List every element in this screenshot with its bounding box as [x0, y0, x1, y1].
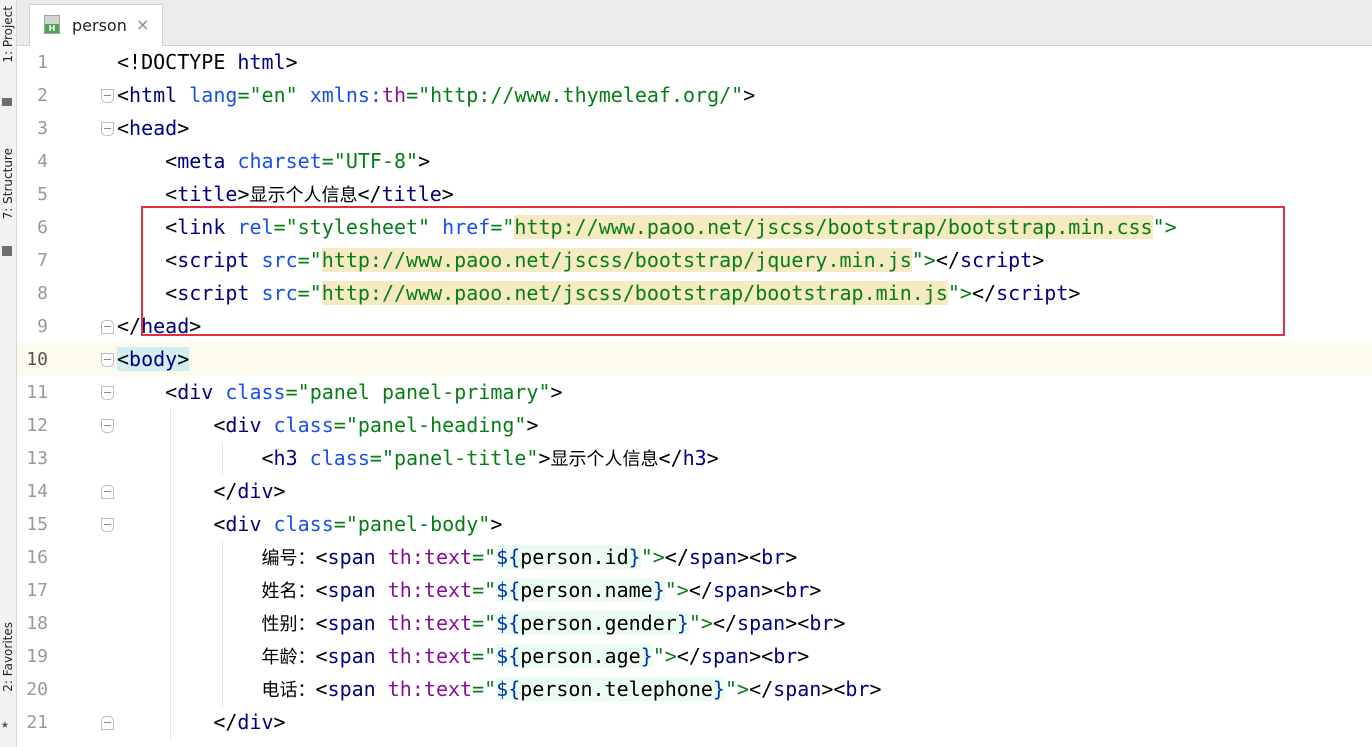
html-file-icon: H [44, 15, 60, 34]
project-tool-tab[interactable]: 1: Project [1, 6, 15, 86]
favorites-tool-label: 2: Favorites [1, 622, 15, 692]
code-line[interactable]: 11 <div class="panel panel-primary"> [17, 376, 1372, 409]
code-line-text: <html lang="en" xmlns:th="http://www.thy… [117, 83, 756, 107]
structure-tool-tab[interactable]: 7: Structure [1, 148, 15, 240]
line-number: 1 [37, 52, 48, 73]
code-line[interactable]: 15 <div class="panel-body"> [17, 508, 1372, 541]
code-line-text: </div> [117, 479, 286, 503]
code-editor[interactable]: 1 <!DOCTYPE html> 2 <html lang="en" xmln… [17, 46, 1372, 747]
favorites-tool-tab[interactable]: 2: Favorites [1, 622, 15, 714]
line-number: 17 [26, 580, 48, 601]
line-number: 3 [37, 118, 48, 139]
tool-window-strip: 1: Project 7: Structure 2: Favorites ★ [0, 0, 17, 747]
code-line[interactable]: 17 姓名：<span th:text="${person.name}"></s… [17, 574, 1372, 607]
code-line-text: <!DOCTYPE html> [117, 50, 298, 74]
fold-toggle-icon[interactable] [101, 89, 114, 103]
code-line-text: 性别：<span th:text="${person.gender}"></sp… [261, 611, 846, 635]
structure-icon [2, 246, 12, 256]
line-number: 14 [26, 481, 48, 502]
code-line-text: <meta charset="UTF-8"> [117, 149, 431, 173]
structure-tool-label: 7: Structure [1, 148, 15, 220]
line-number: 12 [26, 415, 48, 436]
code-line[interactable]: 1 <!DOCTYPE html> [17, 46, 1372, 79]
line-number: 15 [26, 514, 48, 535]
code-line-text: 编号：<span th:text="${person.id}"></span><… [261, 545, 798, 569]
code-line-text: <body> [117, 347, 190, 371]
code-line[interactable]: 16 编号：<span th:text="${person.id}"></spa… [17, 541, 1372, 574]
fold-toggle-icon[interactable] [101, 485, 114, 499]
code-line-text: <div class="panel panel-primary"> [117, 380, 563, 404]
line-number: 6 [37, 217, 48, 238]
code-line[interactable]: 13 <h3 class="panel-title">显示个人信息</h3> [17, 442, 1372, 475]
line-number: 2 [37, 85, 48, 106]
editor-tab-label: person [72, 16, 127, 35]
fold-toggle-icon[interactable] [101, 716, 114, 730]
fold-toggle-icon[interactable] [101, 419, 114, 433]
code-line[interactable]: 21 </div> [17, 706, 1372, 739]
code-line-text: 姓名：<span th:text="${person.name}"></span… [261, 578, 822, 602]
line-number: 13 [26, 448, 48, 469]
close-tab-icon[interactable]: × [136, 15, 149, 34]
code-line[interactable]: 4 <meta charset="UTF-8"> [17, 145, 1372, 178]
line-number: 11 [26, 382, 48, 403]
project-icon [2, 98, 12, 106]
line-number: 20 [26, 679, 48, 700]
code-line-text: <h3 class="panel-title">显示个人信息</h3> [117, 446, 719, 470]
line-number: 4 [37, 151, 48, 172]
line-number: 18 [26, 613, 48, 634]
code-line-text: 电话：<span th:text="${person.telephone}"><… [261, 677, 882, 701]
fold-toggle-icon[interactable] [101, 518, 114, 532]
code-line-text: </div> [117, 710, 286, 734]
fold-toggle-icon[interactable] [101, 320, 114, 334]
code-line[interactable]: 20 电话：<span th:text="${person.telephone}… [17, 673, 1372, 706]
project-tool-label: 1: Project [1, 6, 15, 63]
code-line[interactable]: 19 年龄：<span th:text="${person.age}"></sp… [17, 640, 1372, 673]
line-number: 10 [26, 349, 48, 370]
favorites-star-icon: ★ [1, 717, 9, 732]
line-number: 9 [37, 316, 48, 337]
code-line[interactable]: 3 <head> [17, 112, 1372, 145]
line-number: 21 [26, 712, 48, 733]
code-line-text: <div class="panel-heading"> [117, 413, 539, 437]
code-line-text: <div class="panel-body"> [117, 512, 503, 536]
code-line[interactable]: 12 <div class="panel-heading"> [17, 409, 1372, 442]
line-number: 7 [37, 250, 48, 271]
line-number: 5 [37, 184, 48, 205]
editor-tab-person[interactable]: H person × [29, 4, 163, 46]
fold-toggle-icon[interactable] [101, 386, 114, 400]
line-number: 19 [26, 646, 48, 667]
code-line[interactable]: 14 </div> [17, 475, 1372, 508]
line-number: 8 [37, 283, 48, 304]
code-line-text: 年龄：<span th:text="${person.age}"></span>… [261, 644, 810, 668]
annotation-highlight-box [141, 206, 1285, 336]
code-line-current[interactable]: 10 <body> [17, 343, 1372, 376]
code-line[interactable]: 18 性别：<span th:text="${person.gender}"><… [17, 607, 1372, 640]
code-line-text: <head> [117, 116, 190, 140]
editor-tab-bar: H person × [17, 0, 1372, 46]
line-number: 16 [26, 547, 48, 568]
fold-toggle-icon[interactable] [101, 353, 114, 367]
fold-toggle-icon[interactable] [101, 122, 114, 136]
code-line[interactable]: 2 <html lang="en" xmlns:th="http://www.t… [17, 79, 1372, 112]
